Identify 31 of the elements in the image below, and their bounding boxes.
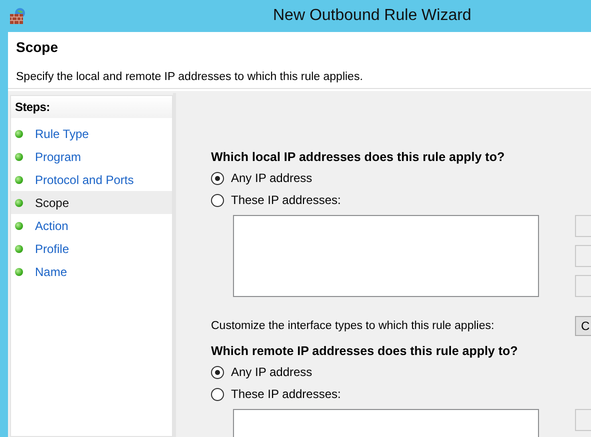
- step-item[interactable]: Rule Type: [11, 122, 172, 145]
- page-description: Specify the local and remote IP addresses to which this rule applies.: [16, 71, 364, 83]
- radio-button[interactable]: [211, 366, 224, 378]
- status-dot-icon: [15, 222, 23, 230]
- step-item[interactable]: Program: [11, 145, 172, 168]
- step-item[interactable]: Scope: [11, 191, 172, 214]
- section-question: Which local IP addresses does this rule apply to?: [211, 149, 506, 166]
- step-item[interactable]: Profile: [11, 237, 172, 260]
- status-dot-icon: [15, 176, 23, 184]
- radio-label[interactable]: These IP addresses:: [231, 387, 341, 401]
- radio-label[interactable]: Any IP address: [231, 365, 312, 379]
- interface-types-label: Customize the interface types to which this rule applies:: [211, 320, 496, 332]
- step-item[interactable]: Action: [11, 214, 172, 237]
- status-dot-icon: [15, 152, 23, 160]
- status-dot-icon: [15, 244, 23, 252]
- step-item[interactable]: Protocol and Ports: [11, 168, 172, 191]
- status-dot-icon: [15, 198, 23, 206]
- customize-button[interactable]: C: [575, 316, 591, 336]
- status-dot-icon: [15, 130, 23, 138]
- radio-label[interactable]: Any IP address: [231, 171, 312, 185]
- radio-button[interactable]: [211, 172, 224, 184]
- section-question: Which remote IP addresses does this rule apply to?: [211, 343, 519, 360]
- radio-label[interactable]: These IP addresses:: [231, 193, 341, 207]
- address-list[interactable]: [233, 215, 539, 297]
- page-title: Scope: [16, 39, 60, 57]
- status-dot-icon: [15, 268, 23, 276]
- radio-button[interactable]: [211, 388, 224, 400]
- window-title: New Outbound Rule Wizard: [273, 7, 472, 25]
- firewall-icon: [9, 7, 27, 25]
- radio-button[interactable]: [211, 194, 224, 206]
- step-item[interactable]: Name: [11, 260, 172, 283]
